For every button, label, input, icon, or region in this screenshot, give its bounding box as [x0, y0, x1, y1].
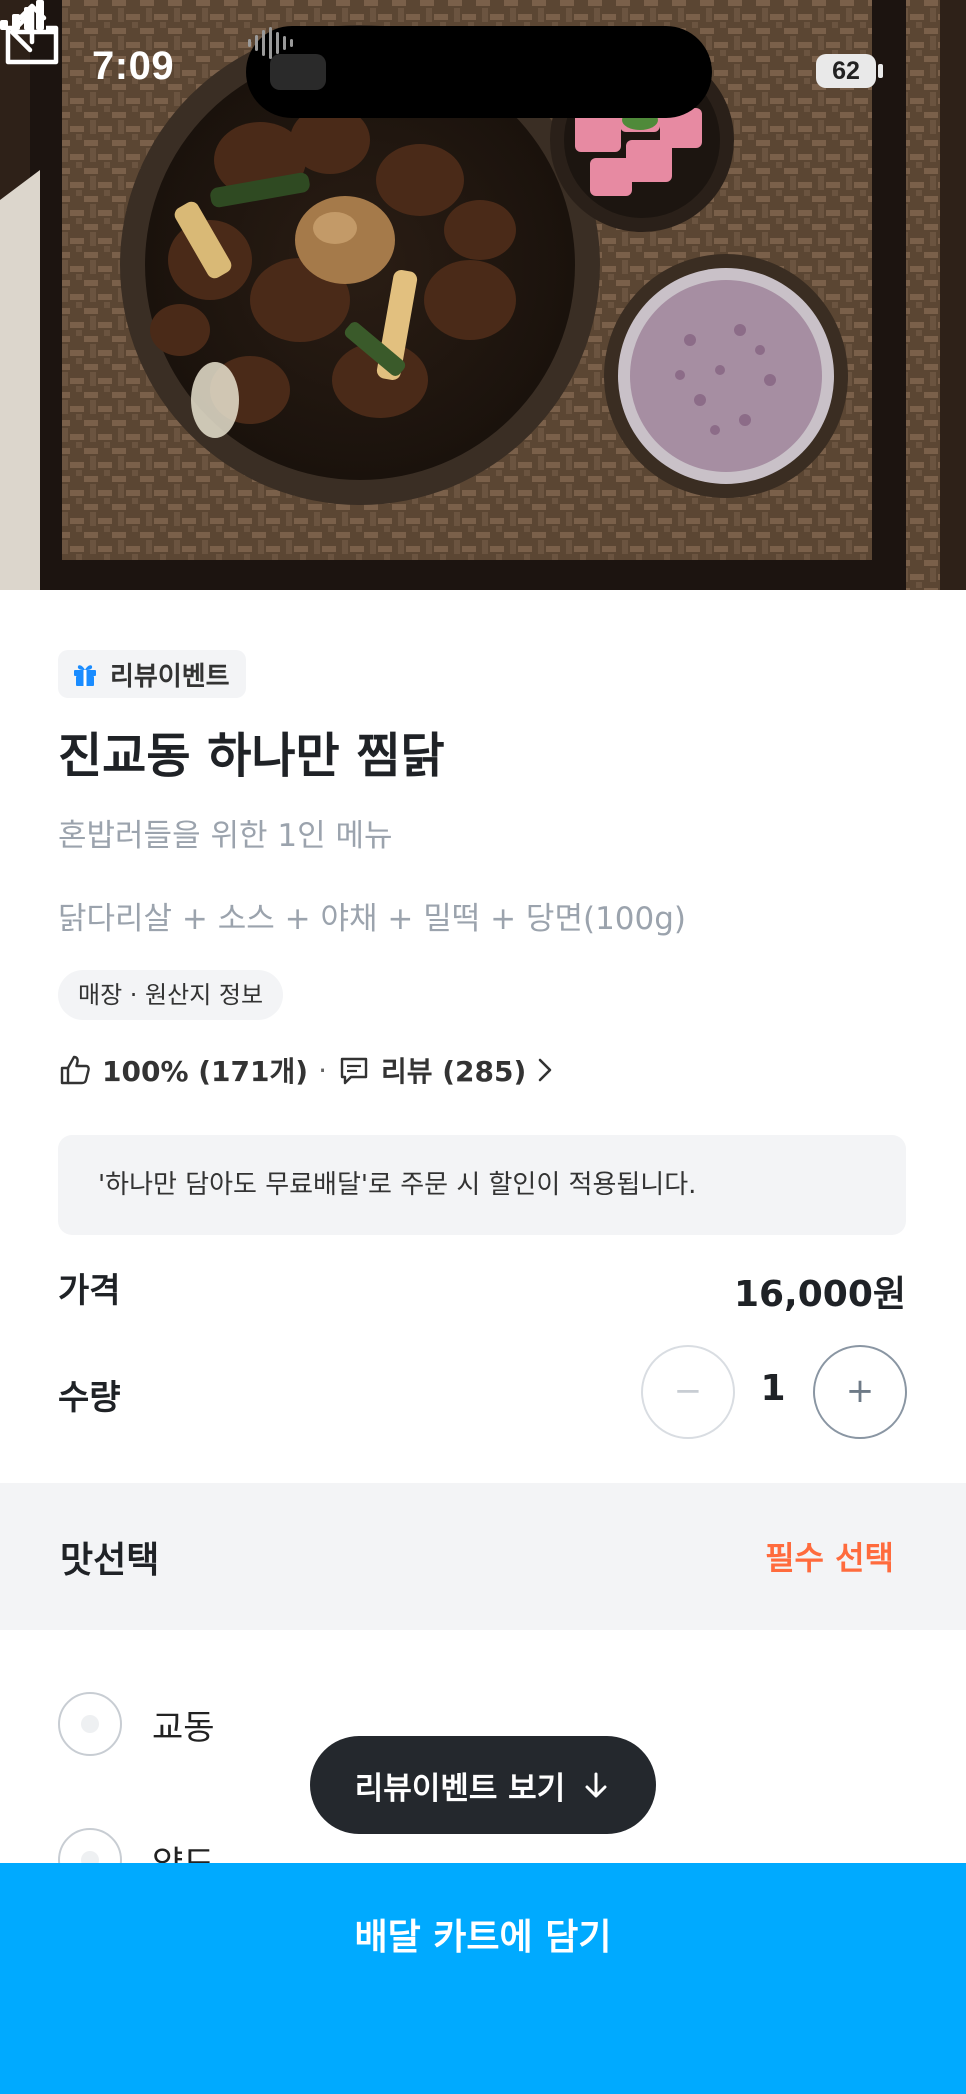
product-composition: 닭다리살 + 소스 + 야채 + 밀떡 + 당면(100g) [58, 901, 687, 937]
quantity-label: 수량 [58, 1378, 121, 1418]
product-title: 진교동 하나만 찜닭 [58, 728, 445, 784]
quantity-increase-button[interactable]: + [813, 1345, 907, 1439]
share-icon[interactable] [0, 0, 64, 70]
thumbs-up-icon [60, 1055, 90, 1085]
arrow-down-icon [585, 1772, 607, 1798]
gift-icon [74, 665, 96, 686]
chevron-right-icon [538, 1058, 552, 1082]
option-group-header: 맛선택 필수 선택 [0, 1483, 966, 1630]
product-subtitle: 혼밥러들을 위한 1인 메뉴 [58, 818, 393, 854]
battery-indicator: 62 [816, 54, 876, 88]
discount-notice: '하나만 담아도 무료배달'로 주문 시 할인이 적용됩니다. [58, 1135, 906, 1235]
review-event-view-label: 리뷰이벤트 보기 [354, 1770, 566, 1807]
comment-icon [340, 1057, 368, 1085]
like-percent: 100% (171개) [102, 1055, 309, 1088]
review-event-label: 리뷰이벤트 [110, 661, 230, 692]
review-link[interactable]: 리뷰 (285) [337, 1050, 556, 1090]
option-label: 교동 [152, 1707, 215, 1748]
audio-wave-icon [248, 27, 293, 59]
rating-separator: · [318, 1053, 327, 1087]
status-bar: 7:09 62 [0, 0, 966, 120]
price-value: 16,000원 [733, 1274, 906, 1315]
review-event-badge: 리뷰이벤트 [58, 650, 246, 698]
product-photo: 7:09 62 [0, 0, 966, 590]
dynamic-island [246, 26, 712, 118]
origin-info-button[interactable]: 매장 · 원산지 정보 [58, 970, 284, 1020]
bottom-cart-bar: 배달 카트에 담기 [0, 1863, 966, 2094]
review-count: 리뷰 (285) [380, 1055, 527, 1088]
option-item-gyodong[interactable]: 교동 [58, 1692, 215, 1756]
price-label: 가격 [58, 1271, 121, 1311]
review-event-view-button[interactable]: 리뷰이벤트 보기 [310, 1736, 656, 1834]
option-group-title: 맛선택 [60, 1540, 160, 1581]
quantity-decrease-button[interactable]: − [641, 1345, 735, 1439]
rating-row: 100% (171개) · 리뷰 (285) [58, 1048, 556, 1092]
add-to-cart-button[interactable]: 배달 카트에 담기 [0, 1863, 966, 2013]
battery-tip [878, 64, 883, 78]
status-time: 7:09 [92, 44, 175, 88]
radio-button[interactable] [58, 1692, 122, 1756]
required-badge: 필수 선택 [765, 1539, 894, 1577]
quantity-value: 1 [760, 1368, 786, 1409]
